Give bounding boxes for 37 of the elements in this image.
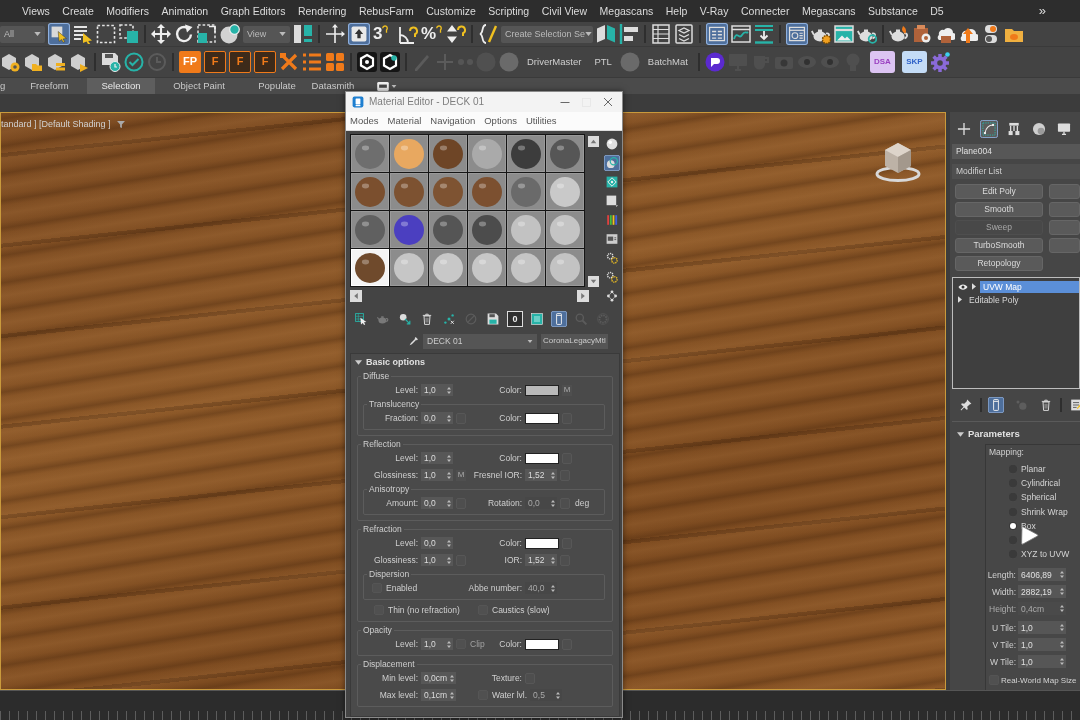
group-title: Opacity [362, 625, 393, 635]
field-label: Color: [499, 537, 522, 549]
unit-label: deg [575, 497, 590, 509]
field-label: Glossiness: [374, 469, 418, 481]
field-label: Min level: [382, 672, 418, 684]
group-title: Dispersion [368, 569, 411, 579]
field-label: Amount: [386, 497, 418, 509]
field-label: Level: [395, 452, 418, 464]
field-label: Length: [989, 569, 1016, 580]
group-title: Refraction [362, 524, 403, 534]
field-label: Color: [499, 452, 522, 464]
window-title: Material Editor - DECK 01 [369, 96, 485, 108]
field-label: V Tile: [991, 639, 1016, 650]
group-title: Displacement [362, 659, 416, 669]
field-label: Fresnel IOR: [473, 469, 522, 481]
field-label: Rotation: [487, 497, 522, 509]
group-title: Translucency [368, 399, 421, 409]
field-label: Fraction: [384, 412, 418, 424]
group-title: Anisotropy [368, 484, 411, 494]
field-label: Level: [395, 638, 418, 650]
field-label: Width: [990, 586, 1016, 597]
field-label: Glossiness: [374, 554, 418, 566]
field-label: IOR: [504, 554, 522, 566]
field-label: Abbe number: [468, 582, 522, 594]
field-label: Color: [499, 384, 522, 396]
group-title: Diffuse [362, 371, 391, 381]
field-label: Level: [395, 537, 418, 549]
field-label: Color: [499, 638, 522, 650]
group-label: Mapping: [989, 447, 1025, 459]
field-label: U Tile: [990, 622, 1016, 633]
field-label: Texture: [491, 672, 522, 684]
field-label: Color: [499, 412, 522, 424]
group-title: Reflection [362, 439, 402, 449]
field-label: Max level: [379, 689, 418, 701]
field-label: Level: [395, 384, 418, 396]
field-label: Height: [989, 603, 1016, 614]
field-label: W Tile: [989, 656, 1016, 667]
